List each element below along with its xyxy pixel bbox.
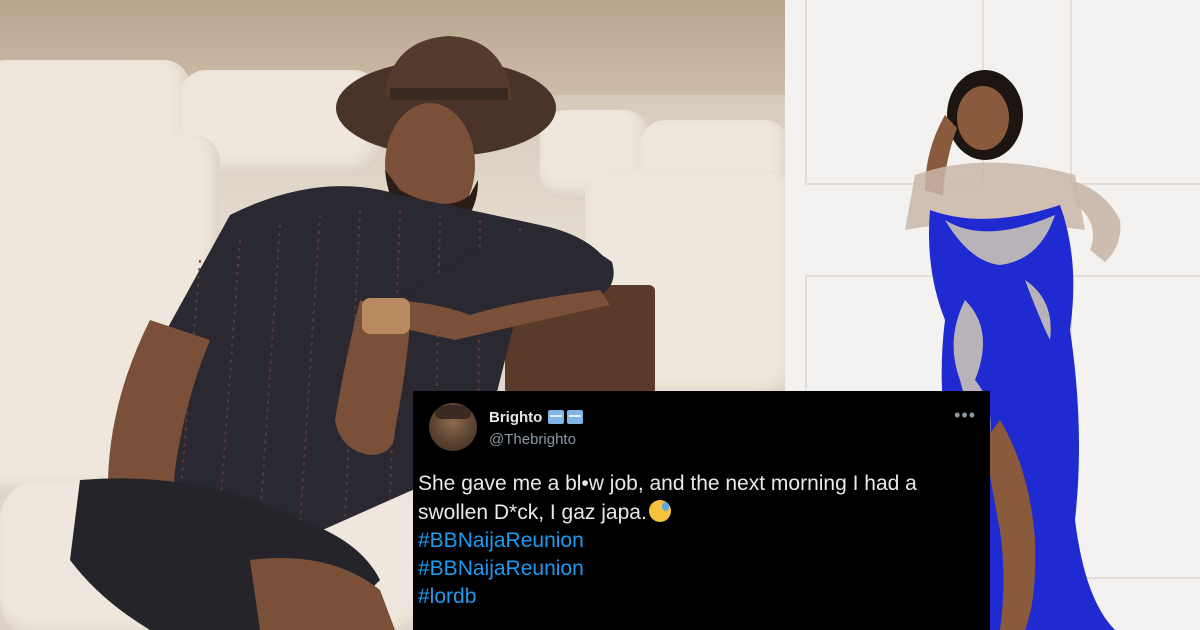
downcast-sweat-face-icon	[648, 500, 671, 522]
hashtag-link[interactable]: #lordb	[418, 583, 983, 611]
badge-group	[548, 410, 583, 424]
tweet-body: She gave me a bl•w job, and the next mor…	[418, 469, 983, 611]
hat-icon	[435, 405, 471, 419]
author-name[interactable]: Brighto	[489, 409, 542, 426]
hashtag-link[interactable]: #BBNaijaReunion	[418, 527, 983, 555]
author-handle[interactable]: @Thebrighto	[489, 431, 576, 448]
avatar[interactable]	[429, 403, 477, 451]
more-options-icon[interactable]: •••	[954, 405, 976, 426]
emoji-badge-icon	[567, 410, 583, 424]
hashtag-link[interactable]: #BBNaijaReunion	[418, 555, 983, 583]
tweet-card: Brighto @Thebrighto ••• She gave me a bl…	[413, 391, 990, 630]
emoji-badge-icon	[548, 410, 564, 424]
